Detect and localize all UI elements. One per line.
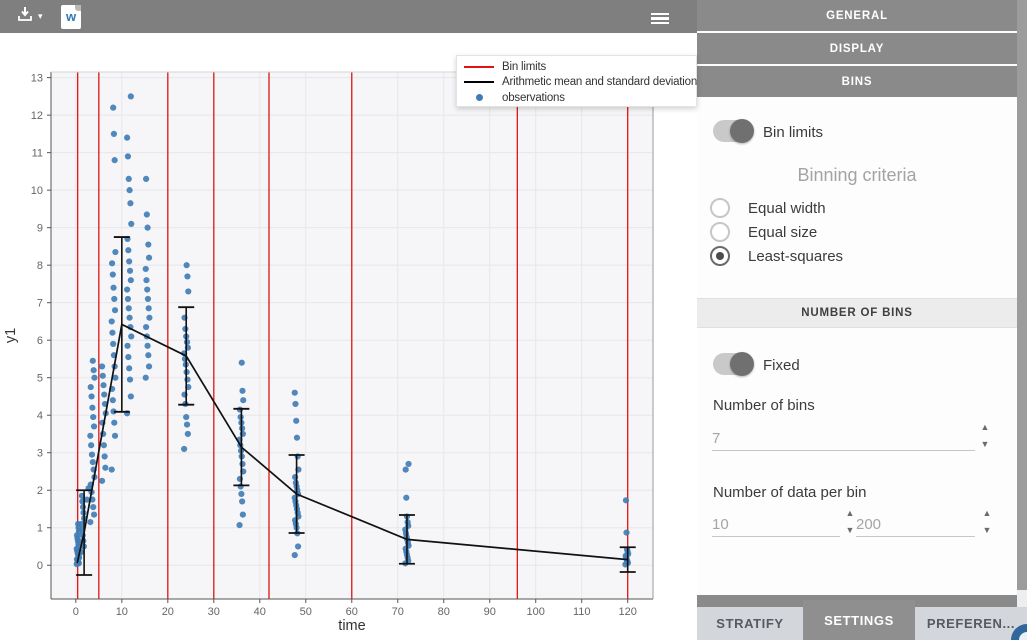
download-button[interactable]: ▾ xyxy=(16,4,43,29)
tab-preferences[interactable]: PREFEREN... xyxy=(915,607,1027,640)
x-axis-label: time xyxy=(338,618,365,634)
y-axis-ticks: 012345678910111213 xyxy=(31,73,51,573)
section-header-general[interactable]: GENERAL xyxy=(697,0,1017,31)
number-of-bins-label: Number of bins xyxy=(713,397,815,414)
svg-text:3: 3 xyxy=(37,448,43,460)
svg-text:1: 1 xyxy=(37,523,43,535)
svg-text:11: 11 xyxy=(32,148,43,160)
svg-text:60: 60 xyxy=(346,606,358,618)
svg-text:13: 13 xyxy=(31,73,43,85)
word-doc-icon: w xyxy=(61,5,81,29)
svg-text:0: 0 xyxy=(73,606,79,618)
svg-text:120: 120 xyxy=(619,606,637,618)
legend-item-observations: observations xyxy=(464,90,696,106)
svg-text:9: 9 xyxy=(37,223,43,235)
svg-text:70: 70 xyxy=(392,606,404,618)
legend-label: Bin limits xyxy=(502,61,546,73)
spinner-down-icon[interactable]: ▼ xyxy=(843,526,857,535)
svg-text:0: 0 xyxy=(37,560,43,572)
data-per-bin-min-spinner: ▲ ▼ xyxy=(843,509,857,535)
svg-text:50: 50 xyxy=(300,606,312,618)
subheader-number-of-bins: NUMBER OF BINS xyxy=(697,298,1017,328)
radio-least-squares[interactable]: Least-squares xyxy=(710,246,843,266)
binning-criteria-title: Binning criteria xyxy=(697,165,1017,186)
svg-text:30: 30 xyxy=(208,606,220,618)
radio-icon xyxy=(710,198,730,218)
fixed-toggle[interactable] xyxy=(713,353,751,375)
spinner-down-icon[interactable]: ▼ xyxy=(980,526,994,535)
svg-text:5: 5 xyxy=(37,373,43,385)
svg-text:7: 7 xyxy=(37,298,43,310)
legend-label: Arithmetic mean and standard deviation xyxy=(502,76,697,88)
svg-text:10: 10 xyxy=(31,185,43,197)
section-header-display[interactable]: DISPLAY xyxy=(697,33,1017,64)
settings-panel: GENERAL DISPLAY BINS Bin limits Binning … xyxy=(697,0,1027,640)
chevron-down-icon: ▾ xyxy=(38,11,43,22)
svg-text:80: 80 xyxy=(438,606,450,618)
bin-limits-line-icon xyxy=(464,66,494,68)
svg-text:90: 90 xyxy=(484,606,496,618)
section-header-bins[interactable]: BINS xyxy=(697,66,1017,97)
svg-text:40: 40 xyxy=(254,606,266,618)
y-axis-label: y1 xyxy=(3,328,19,343)
legend-item-bin-limits: Bin limits xyxy=(464,59,696,75)
tab-stratify[interactable]: STRATIFY xyxy=(697,607,803,640)
word-export-button[interactable]: w xyxy=(61,4,81,29)
svg-text:100: 100 xyxy=(527,606,545,618)
bin-limits-toggle-label: Bin limits xyxy=(763,124,823,141)
number-of-bins-input[interactable]: 7 xyxy=(712,423,975,451)
tab-settings[interactable]: SETTINGS xyxy=(803,600,915,640)
mean-line-icon xyxy=(464,81,494,83)
radio-icon xyxy=(710,222,730,242)
spinner-down-icon[interactable]: ▼ xyxy=(978,440,992,449)
radio-equal-width[interactable]: Equal width xyxy=(710,198,826,218)
data-per-bin-min-input[interactable]: 10 xyxy=(712,509,840,537)
download-icon xyxy=(16,5,34,28)
legend-label: observations xyxy=(502,92,565,104)
svg-text:12: 12 xyxy=(31,110,43,122)
legend-item-mean-sd: Arithmetic mean and standard deviation xyxy=(464,75,696,91)
plot-legend: Bin limits Arithmetic mean and standard … xyxy=(456,55,697,107)
svg-text:2: 2 xyxy=(37,485,43,497)
bin-limits-toggle[interactable] xyxy=(713,120,751,142)
radio-selected-icon xyxy=(710,246,730,266)
toolbar: ▾ w xyxy=(0,0,697,33)
hamburger-icon xyxy=(651,10,669,26)
observation-dot-icon xyxy=(464,94,494,101)
panel-scrollbar-thumb[interactable] xyxy=(1017,0,1027,590)
spinner-up-icon[interactable]: ▲ xyxy=(980,509,994,518)
panel-scrollbar-track xyxy=(1017,0,1027,607)
fixed-toggle-label: Fixed xyxy=(763,357,800,374)
data-per-bin-max-input[interactable]: 200 xyxy=(856,509,975,537)
data-per-bin-max-spinner: ▲ ▼ xyxy=(980,509,994,535)
svg-text:10: 10 xyxy=(116,606,128,618)
x-axis-ticks: 0 10 20 30 40 50 60 70 80 90 100 110 120 xyxy=(73,599,637,618)
svg-text:4: 4 xyxy=(37,410,43,422)
svg-text:6: 6 xyxy=(37,335,43,347)
radio-equal-size[interactable]: Equal size xyxy=(710,222,817,242)
svg-text:8: 8 xyxy=(37,260,43,272)
svg-text:110: 110 xyxy=(573,606,591,618)
spinner-up-icon[interactable]: ▲ xyxy=(978,423,992,432)
menu-button[interactable] xyxy=(651,6,673,31)
data-per-bin-label: Number of data per bin xyxy=(713,484,866,501)
svg-text:20: 20 xyxy=(162,606,174,618)
spinner-up-icon[interactable]: ▲ xyxy=(843,509,857,518)
number-of-bins-spinner: ▲ ▼ xyxy=(978,423,992,449)
